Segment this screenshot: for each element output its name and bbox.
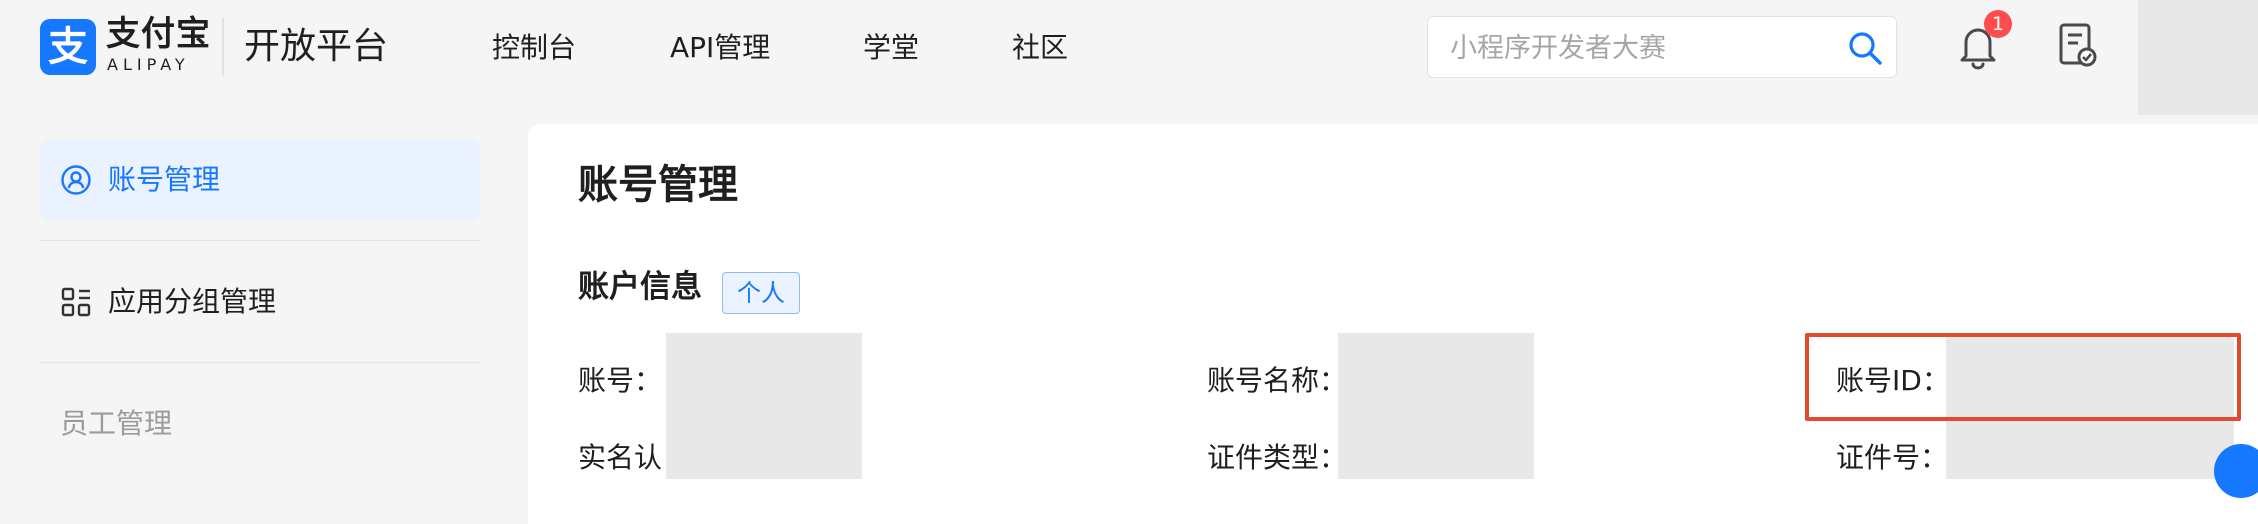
sidebar-item-staff-management[interactable]: 员工管理 [40, 384, 480, 464]
logo-divider [222, 18, 224, 76]
field-label-account-name: 账号名称： [1207, 364, 1348, 397]
search-icon[interactable] [1848, 31, 1882, 65]
account-name-value-redacted [1338, 333, 1534, 479]
search-box [1427, 16, 1897, 78]
field-label-id-type: 证件类型： [1207, 441, 1348, 474]
nav-api-management[interactable]: API管理 [670, 28, 770, 68]
nav-console[interactable]: 控制台 [492, 28, 576, 68]
account-value-redacted [666, 333, 862, 479]
nav-academy[interactable]: 学堂 [863, 28, 919, 68]
nav-community[interactable]: 社区 [1012, 28, 1068, 68]
sidebar-item-app-group-management[interactable]: 应用分组管理 [40, 262, 480, 342]
logo-text-cn[interactable]: 支付宝 [106, 14, 211, 54]
app-grid-icon [61, 287, 91, 317]
alipay-logo-icon[interactable]: 支 [40, 19, 96, 75]
sidebar-item-label: 员工管理 [60, 407, 173, 440]
field-label-id-number: 证件号： [1836, 441, 1949, 474]
search-input[interactable] [1448, 27, 1832, 69]
task-list-icon[interactable] [2058, 22, 2098, 68]
field-label-account: 账号： [578, 364, 663, 397]
notification-badge: 1 [1984, 10, 2012, 38]
top-header: 支 支付宝 ALIPAY 开放平台 控制台 API管理 学堂 社区 1 [0, 0, 2258, 120]
field-label-real-name-verification: 实名认 [578, 441, 663, 474]
sidebar-item-account-management[interactable]: 账号管理 [40, 140, 480, 220]
user-circle-icon [61, 165, 91, 195]
platform-title[interactable]: 开放平台 [244, 24, 388, 70]
sidebar-divider [40, 362, 480, 363]
avatar[interactable] [2138, 0, 2258, 115]
logo-text-en[interactable]: ALIPAY [107, 56, 190, 74]
sidebar-item-label: 账号管理 [108, 163, 221, 196]
sidebar-item-label: 应用分组管理 [108, 285, 277, 318]
page-title: 账号管理 [578, 162, 738, 208]
account-id-highlight [1805, 333, 2241, 421]
section-title: 账户信息 [578, 269, 702, 305]
sidebar-divider [40, 240, 480, 241]
account-type-tag: 个人 [722, 272, 800, 314]
